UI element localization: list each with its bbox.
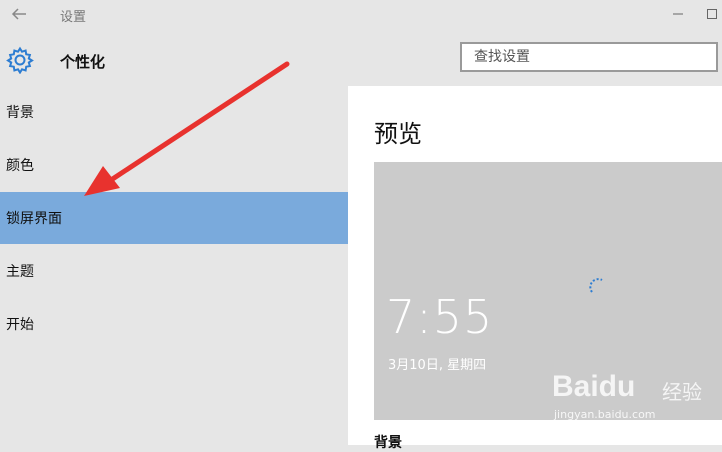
lock-screen-time: 7:55 — [386, 290, 494, 344]
sidebar-item-themes[interactable]: 主题 — [0, 245, 348, 297]
back-button[interactable] — [8, 4, 30, 24]
sidebar-item-label: 颜色 — [6, 158, 34, 174]
maximize-icon — [707, 9, 717, 19]
search-box[interactable] — [460, 42, 722, 72]
minimize-icon — [673, 13, 683, 15]
watermark-brand: Baidu — [552, 370, 636, 403]
watermark-url: jingyan.baidu.com — [554, 408, 656, 421]
background-section-heading: 背景 — [374, 435, 402, 451]
lock-screen-date: 3月10日, 星期四 — [388, 358, 487, 373]
spinner-icon — [589, 278, 603, 293]
sidebar-item-start[interactable]: 开始 — [0, 298, 348, 350]
title-bar: 设置 — [0, 0, 722, 30]
back-arrow-icon — [11, 8, 26, 20]
search-input[interactable] — [462, 44, 722, 70]
sidebar-item-label: 主题 — [6, 264, 34, 280]
gear-icon — [6, 46, 34, 74]
sidebar: 背景 颜色 锁屏界面 主题 开始 — [0, 86, 348, 445]
maximize-button[interactable] — [700, 4, 722, 24]
sidebar-item-label: 背景 — [6, 105, 34, 121]
window-title: 设置 — [60, 10, 87, 25]
preview-heading: 预览 — [374, 120, 422, 148]
header: 个性化 — [0, 38, 722, 84]
sidebar-item-label: 锁屏界面 — [6, 211, 62, 227]
sidebar-item-background[interactable]: 背景 — [0, 86, 348, 138]
watermark: Baidu 经验 jingyan.baidu.com — [552, 358, 722, 424]
watermark-brand-cn: 经验 — [662, 380, 702, 404]
page-title: 个性化 — [60, 53, 106, 71]
minimize-button[interactable] — [666, 4, 690, 24]
sidebar-item-colors[interactable]: 颜色 — [0, 139, 348, 191]
sidebar-item-lock-screen[interactable]: 锁屏界面 — [0, 192, 348, 244]
sidebar-item-label: 开始 — [6, 317, 34, 333]
